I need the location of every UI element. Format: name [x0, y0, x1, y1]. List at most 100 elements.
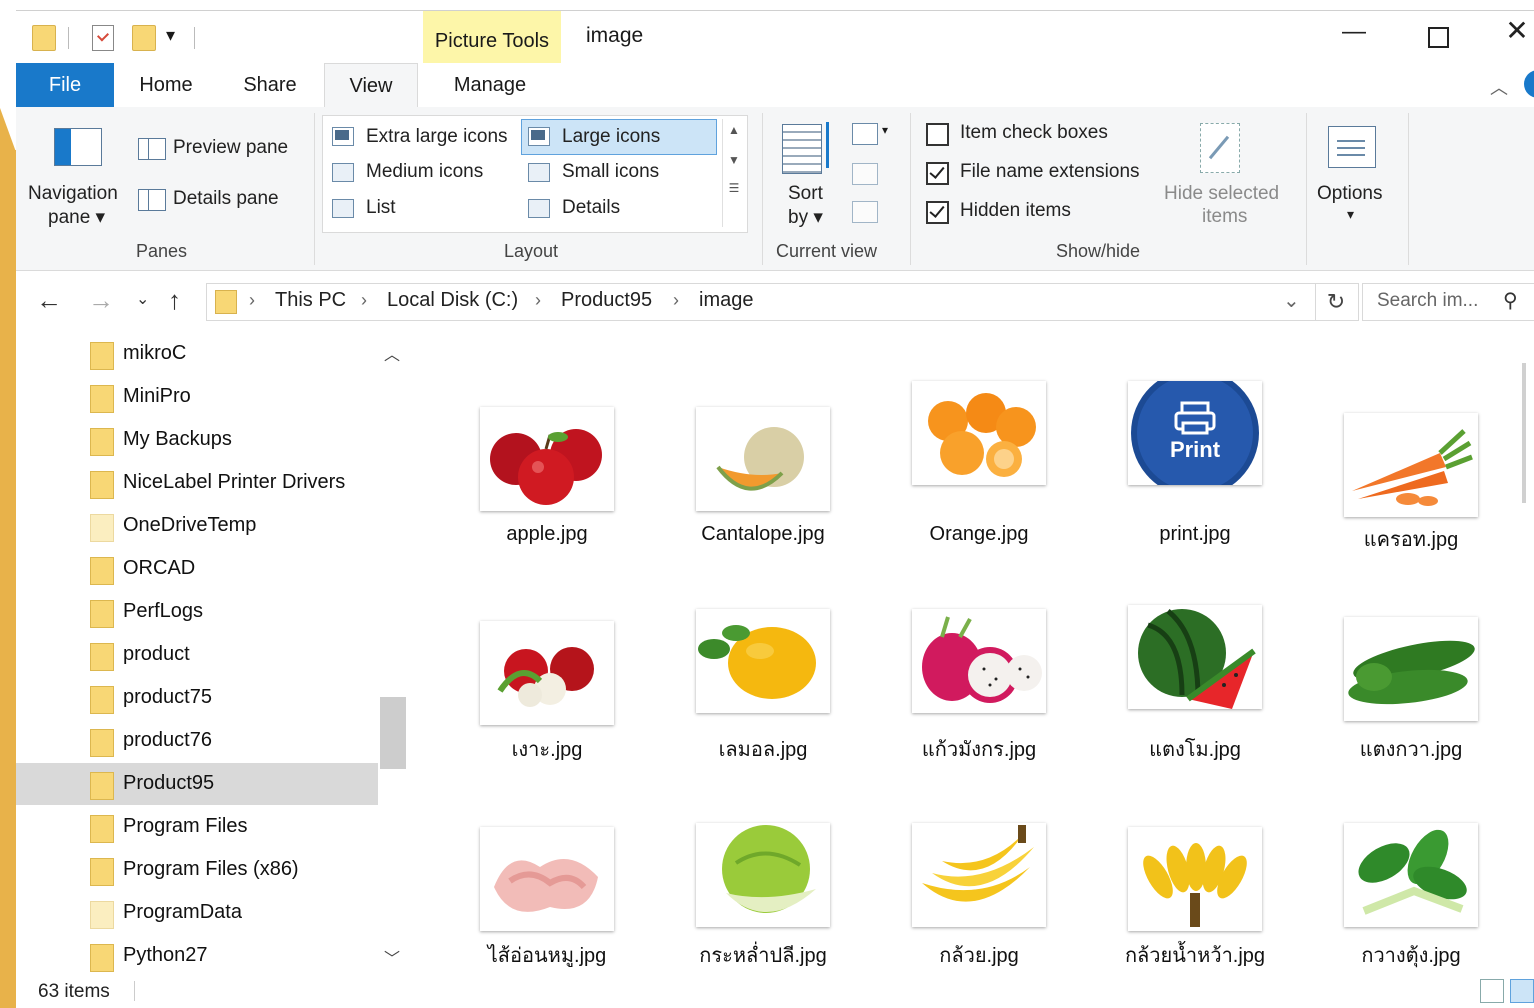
search-input[interactable]: Search im... — [1377, 290, 1478, 312]
tab-home[interactable]: Home — [126, 63, 206, 107]
banana-image[interactable] — [912, 823, 1046, 927]
chevron-right-icon[interactable]: › — [673, 290, 679, 311]
chevron-right-icon[interactable]: › — [361, 290, 367, 311]
apple-image[interactable] — [480, 407, 614, 511]
details-view-button[interactable] — [1480, 979, 1504, 1003]
breadcrumb-product95[interactable]: Product95 — [561, 289, 652, 312]
file-name[interactable]: แก้วมังกร.jpg — [879, 733, 1079, 765]
sort-icon[interactable] — [782, 124, 822, 174]
refresh-button[interactable]: ↻ — [1314, 283, 1359, 321]
banana-bunch-image[interactable] — [1128, 827, 1262, 931]
layout-details[interactable]: Details — [562, 197, 620, 219]
file-name[interactable]: apple.jpg — [447, 523, 647, 546]
file-name[interactable]: กล้วย.jpg — [879, 939, 1079, 971]
breadcrumb-local-disk[interactable]: Local Disk (C:) — [387, 289, 518, 312]
chevron-right-icon[interactable]: › — [535, 290, 541, 311]
minimize-button[interactable]: — — [1334, 18, 1374, 46]
properties-icon[interactable] — [92, 25, 114, 51]
file-name[interactable]: แครอท.jpg — [1311, 523, 1511, 555]
customize-quick-access-icon[interactable]: ▾ — [166, 25, 175, 46]
hidden-items-checkbox[interactable] — [926, 201, 949, 224]
nav-scrollbar[interactable] — [380, 333, 406, 973]
nav-folder-item[interactable]: MiniPro — [16, 376, 378, 418]
dragonfruit-image[interactable] — [912, 609, 1046, 713]
hide-selected-items-icon[interactable] — [1200, 123, 1240, 173]
item-check-boxes-checkbox[interactable] — [926, 123, 949, 146]
scroll-down-icon[interactable]: ▼ — [723, 153, 745, 167]
cantaloupe-image[interactable] — [696, 407, 830, 511]
file-name[interactable]: ไส้อ่อนหมู.jpg — [447, 939, 647, 971]
group-by-dropdown-icon[interactable]: ▾ — [882, 123, 888, 137]
file-name[interactable]: แตงกวา.jpg — [1311, 733, 1511, 765]
nav-folder-item[interactable]: PerfLogs — [16, 591, 378, 633]
preview-pane-button[interactable]: Preview pane — [173, 137, 288, 159]
layout-extra-large-icons[interactable]: Extra large icons — [366, 126, 508, 148]
expand-gallery-icon[interactable]: ☰ — [723, 181, 745, 195]
options-icon[interactable] — [1328, 126, 1376, 168]
details-pane-button[interactable]: Details pane — [173, 188, 279, 210]
layout-list[interactable]: List — [366, 197, 396, 219]
carrot-image[interactable] — [1344, 413, 1478, 517]
options-button[interactable]: Options — [1317, 183, 1382, 205]
up-button[interactable]: ↑ — [168, 285, 181, 316]
file-name[interactable]: Orange.jpg — [879, 523, 1079, 546]
tab-view[interactable]: View — [324, 63, 418, 109]
nav-folder-item[interactable]: NiceLabel Printer Drivers — [16, 462, 378, 504]
file-name-extensions-label[interactable]: File name extensions — [960, 161, 1140, 183]
chevron-down-icon[interactable]: ⌄ — [1283, 288, 1300, 313]
nav-folder-item[interactable]: product76 — [16, 720, 378, 762]
navigation-pane-dropdown[interactable]: pane ▾ — [48, 206, 105, 229]
sort-by-dropdown[interactable]: by ▾ — [788, 206, 823, 229]
scroll-up-icon[interactable]: ▲ — [723, 123, 745, 137]
breadcrumb-this-pc[interactable]: This PC — [275, 289, 346, 312]
forward-button[interactable]: → — [88, 285, 114, 316]
navigation-pane-label[interactable]: Navigation — [28, 183, 118, 205]
search-box[interactable]: Search im... ⚲ — [1362, 283, 1534, 321]
nav-folder-item[interactable]: Program Files (x86) — [16, 849, 378, 891]
file-name[interactable]: เลมอล.jpg — [663, 733, 863, 765]
nav-folder-item[interactable]: Program Files — [16, 806, 378, 848]
nav-folder-item[interactable]: product — [16, 634, 378, 676]
tab-share[interactable]: Share — [230, 63, 310, 107]
layout-medium-icons[interactable]: Medium icons — [366, 161, 483, 183]
address-bar[interactable]: › This PC › Local Disk (C:) › Product95 … — [206, 283, 1316, 321]
breadcrumb-image[interactable]: image — [699, 289, 753, 312]
file-name[interactable]: เงาะ.jpg — [447, 733, 647, 765]
add-columns-icon[interactable] — [852, 163, 878, 185]
file-name[interactable]: กล้วยน้ำหว้า.jpg — [1095, 939, 1295, 971]
back-button[interactable]: ← — [36, 285, 62, 316]
file-name[interactable]: แตงโม.jpg — [1095, 733, 1295, 765]
print-button-image[interactable]: Print — [1128, 381, 1262, 485]
size-columns-icon[interactable] — [852, 201, 878, 223]
tab-file[interactable]: File — [16, 63, 114, 107]
cabbage-image[interactable] — [696, 823, 830, 927]
cucumber-image[interactable] — [1344, 617, 1478, 721]
lemon-image[interactable] — [696, 609, 830, 713]
orange-image[interactable] — [912, 381, 1046, 485]
sort-by-label[interactable]: Sort — [788, 183, 823, 205]
watermelon-image[interactable] — [1128, 605, 1262, 709]
layout-gallery-scroll[interactable]: ▲ ▼ ☰ — [722, 119, 745, 227]
layout-small-icons[interactable]: Small icons — [562, 161, 659, 183]
pork-intestine-image[interactable] — [480, 827, 614, 931]
tab-manage[interactable]: Manage — [436, 63, 544, 107]
file-name[interactable]: print.jpg — [1095, 523, 1295, 546]
search-icon[interactable]: ⚲ — [1503, 288, 1518, 313]
collapse-ribbon-icon[interactable]: ︿ — [1490, 74, 1508, 100]
navigation-pane-icon[interactable] — [54, 128, 102, 166]
recent-locations-button[interactable]: ⌄ — [136, 289, 149, 309]
chevron-right-icon[interactable]: › — [249, 290, 255, 311]
layout-large-icons[interactable]: Large icons — [562, 126, 660, 148]
file-name[interactable]: Cantalope.jpg — [663, 523, 863, 546]
nav-folder-item[interactable]: ProgramData — [16, 892, 378, 934]
hidden-items-label[interactable]: Hidden items — [960, 200, 1071, 222]
options-dropdown-icon[interactable]: ▾ — [1347, 206, 1354, 223]
new-folder-icon[interactable] — [132, 25, 156, 51]
folder-icon[interactable] — [32, 25, 56, 51]
nav-folder-item[interactable]: Python27 — [16, 935, 378, 973]
group-by-icon[interactable] — [852, 123, 878, 145]
nav-folder-item[interactable]: My Backups — [16, 419, 378, 461]
nav-folder-item[interactable]: Product95 — [16, 763, 378, 805]
nav-folder-item[interactable]: ORCAD — [16, 548, 378, 590]
large-icons-view-button[interactable] — [1510, 979, 1534, 1003]
